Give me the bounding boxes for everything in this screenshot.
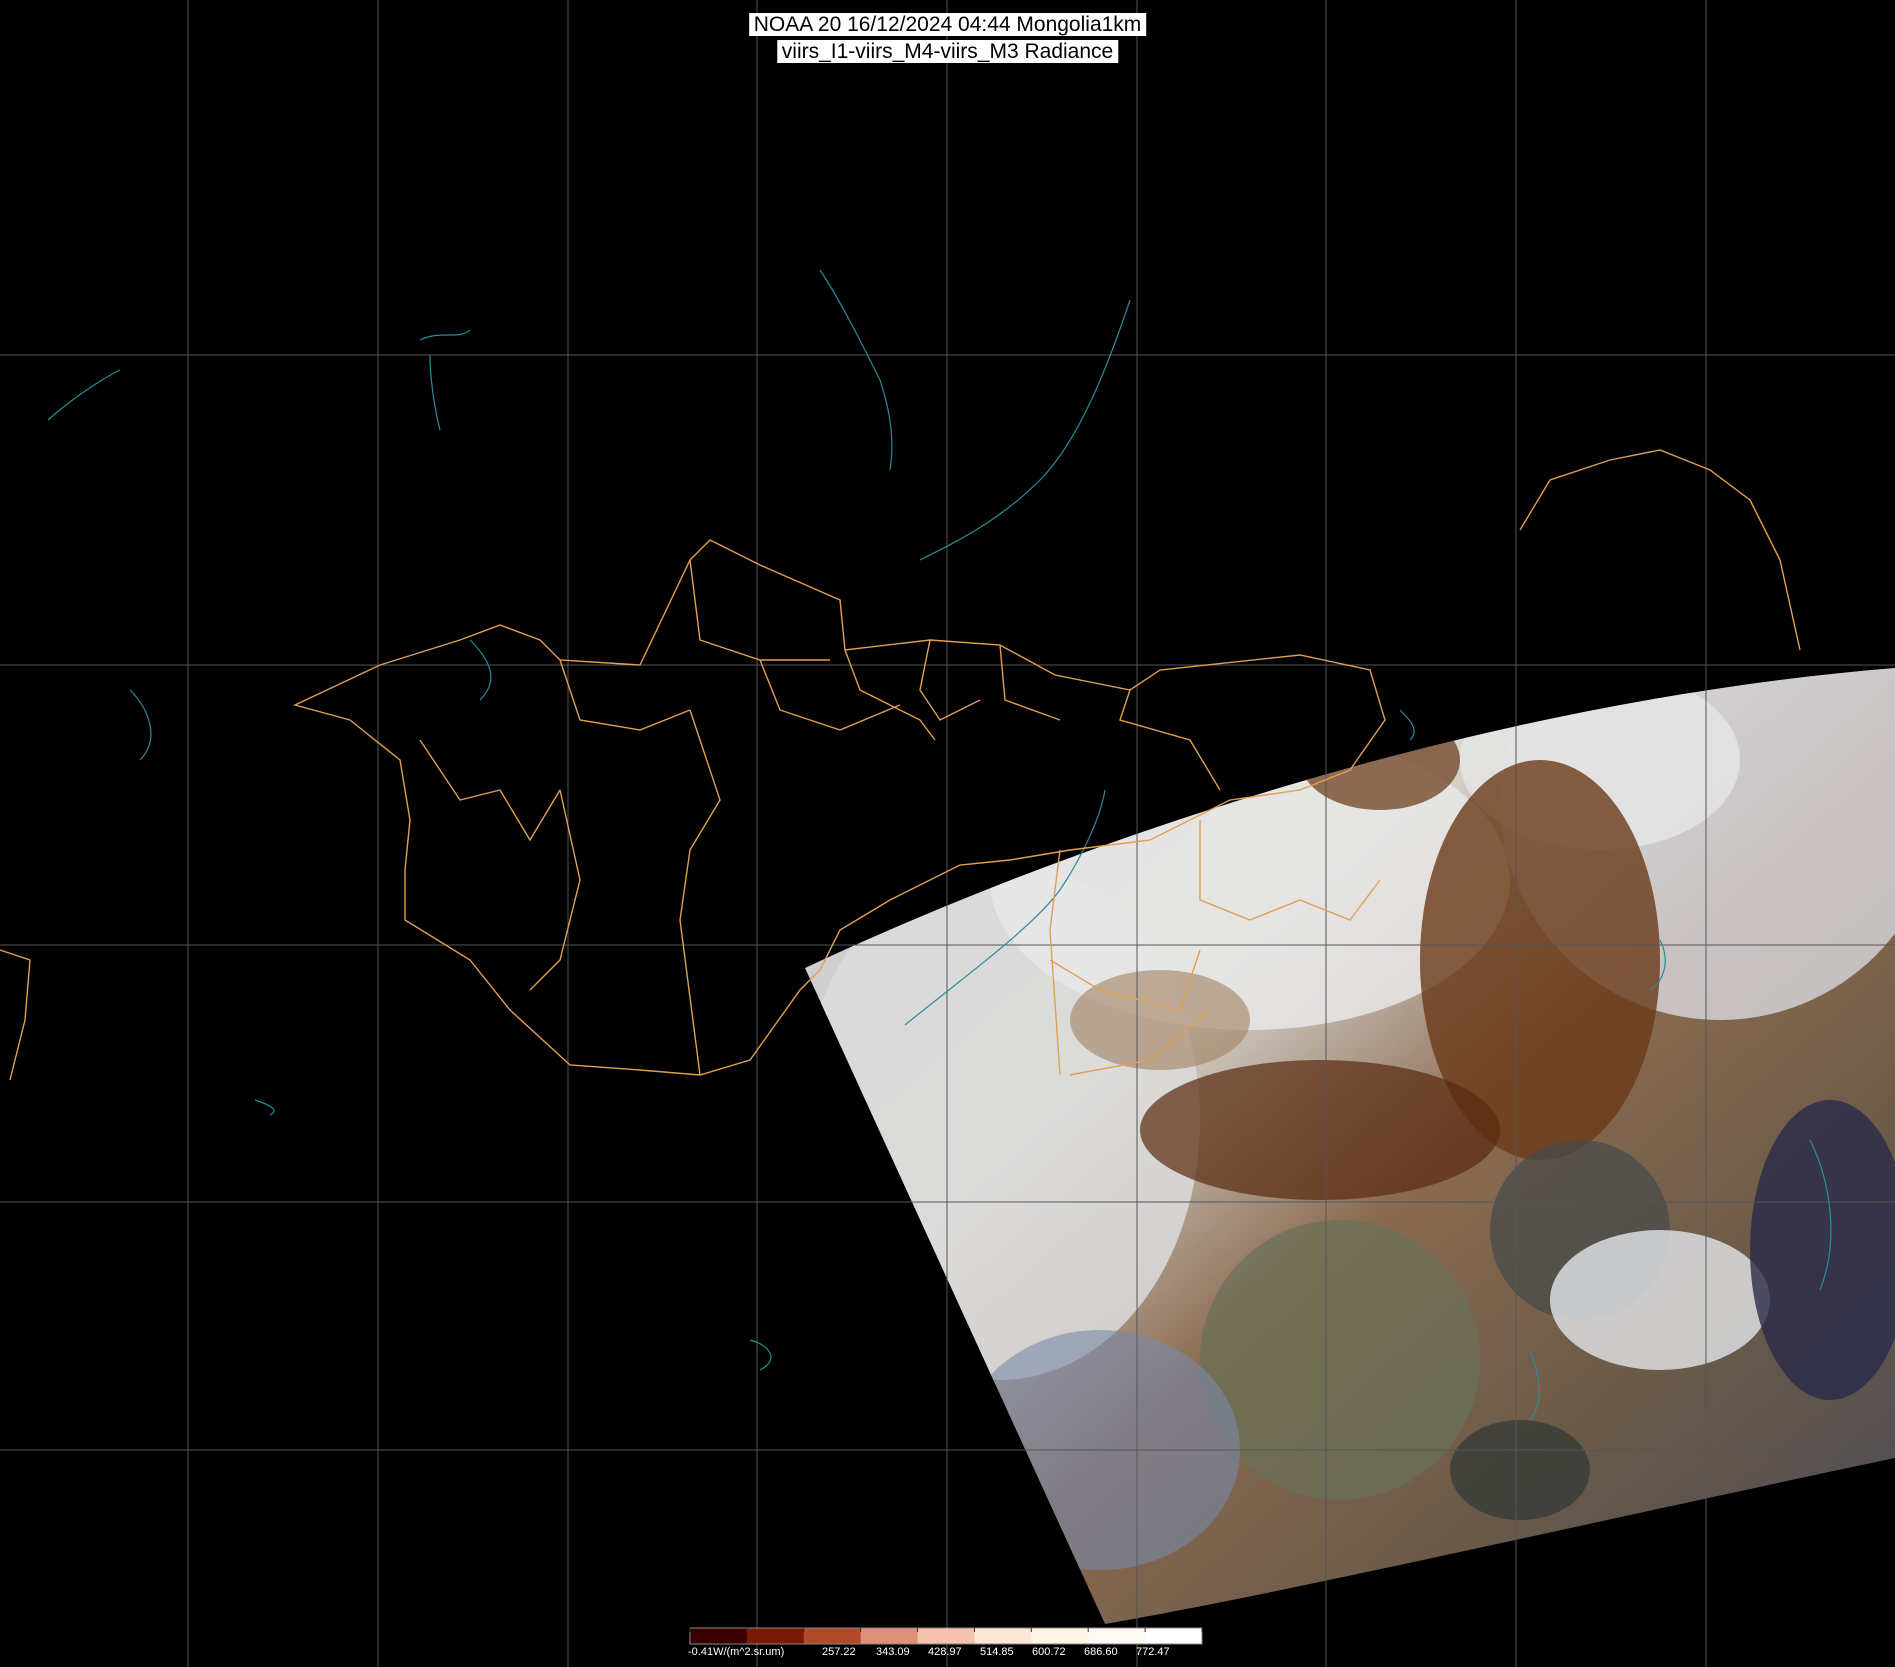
legend-label-3: 428.97 bbox=[928, 1646, 962, 1658]
legend-label-4: 514.85 bbox=[980, 1646, 1014, 1658]
legend-swatch bbox=[917, 1628, 975, 1644]
legend-label-5: 600.72 bbox=[1032, 1646, 1066, 1658]
legend-tick-labels: -0.41W/(m^2.sr.um) 257.22 343.09 428.97 … bbox=[688, 1646, 1228, 1660]
map-subtitle: viirs_I1-viirs_M4-viirs_M3 Radiance bbox=[776, 40, 1119, 63]
legend-label-6: 686.60 bbox=[1084, 1646, 1118, 1658]
satellite-map bbox=[0, 0, 1895, 1667]
legend-label-1: 257.22 bbox=[822, 1646, 856, 1658]
legend-label-0: -0.41W/(m^2.sr.um) bbox=[688, 1646, 785, 1658]
legend-colorbar bbox=[689, 1627, 1203, 1645]
legend-swatch bbox=[690, 1628, 748, 1644]
legend-swatch bbox=[803, 1628, 862, 1644]
map-title: NOAA 20 16/12/2024 04:44 Mongolia1km bbox=[748, 13, 1147, 36]
satellite-swath bbox=[805, 668, 1895, 1624]
legend-swatch bbox=[1145, 1628, 1203, 1644]
legend-swatch bbox=[860, 1628, 919, 1644]
legend-label-2: 343.09 bbox=[876, 1646, 910, 1658]
legend-swatch bbox=[974, 1628, 1032, 1644]
legend-label-7: 772.47 bbox=[1136, 1646, 1170, 1658]
legend-swatch bbox=[1088, 1628, 1146, 1644]
legend-swatch bbox=[1031, 1628, 1089, 1644]
legend-swatch bbox=[746, 1628, 805, 1644]
